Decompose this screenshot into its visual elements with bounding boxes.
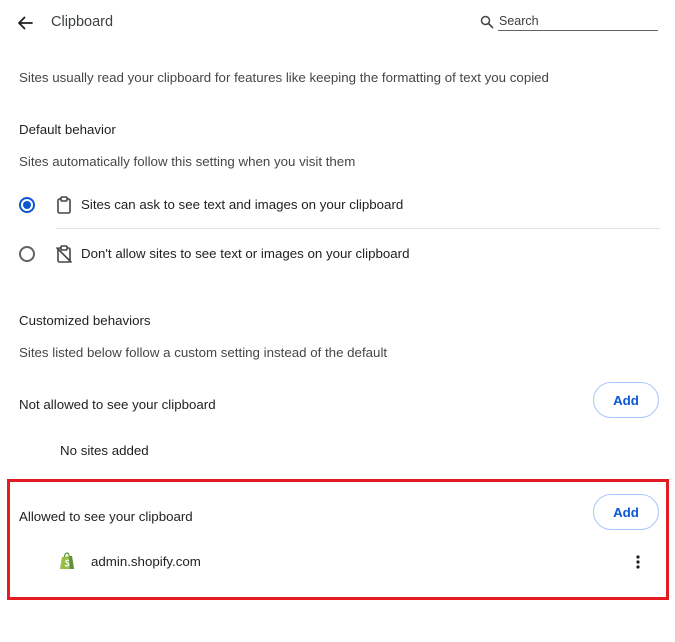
page-title: Clipboard bbox=[51, 14, 114, 30]
radio-option-block[interactable]: Don't allow sites to see text or images … bbox=[0, 230, 660, 278]
search-box bbox=[478, 10, 660, 32]
clipboard-settings-page: Clipboard Sites usually read your clipbo… bbox=[0, 0, 675, 642]
clipboard-icon bbox=[57, 196, 71, 214]
more-vert-icon bbox=[636, 555, 640, 569]
site-row[interactable]: admin.shopify.com bbox=[10, 543, 665, 581]
back-button[interactable] bbox=[13, 11, 37, 35]
customized-behaviors-description: Sites listed below follow a custom setti… bbox=[19, 345, 388, 360]
default-behavior-description: Sites automatically follow this setting … bbox=[19, 154, 356, 169]
header: Clipboard bbox=[0, 0, 675, 46]
divider bbox=[56, 228, 660, 229]
back-arrow-icon bbox=[18, 16, 33, 30]
no-sites-added-text: No sites added bbox=[60, 443, 149, 458]
clipboard-blocked-icon bbox=[56, 245, 72, 263]
intro-text: Sites usually read your clipboard for fe… bbox=[19, 70, 549, 85]
search-icon bbox=[480, 15, 494, 29]
site-name: admin.shopify.com bbox=[91, 554, 201, 569]
search-input[interactable] bbox=[498, 12, 658, 31]
shopify-bag-icon bbox=[60, 552, 74, 569]
radio-label-block: Don't allow sites to see text or images … bbox=[81, 246, 410, 261]
radio-label-allow-ask: Sites can ask to see text and images on … bbox=[81, 197, 404, 212]
customized-behaviors-heading: Customized behaviors bbox=[19, 313, 151, 328]
radio-button-unselected[interactable] bbox=[19, 246, 35, 262]
radio-option-allow-ask[interactable]: Sites can ask to see text and images on … bbox=[0, 181, 660, 229]
highlight-annotation-box bbox=[7, 479, 669, 600]
default-behavior-heading: Default behavior bbox=[19, 122, 116, 137]
more-actions-button[interactable] bbox=[628, 550, 648, 574]
add-allowed-site-button[interactable]: Add bbox=[593, 494, 659, 530]
not-allowed-label: Not allowed to see your clipboard bbox=[19, 397, 216, 412]
add-not-allowed-site-button[interactable]: Add bbox=[593, 382, 659, 418]
radio-button-selected[interactable] bbox=[19, 197, 35, 213]
allowed-label: Allowed to see your clipboard bbox=[19, 509, 193, 524]
